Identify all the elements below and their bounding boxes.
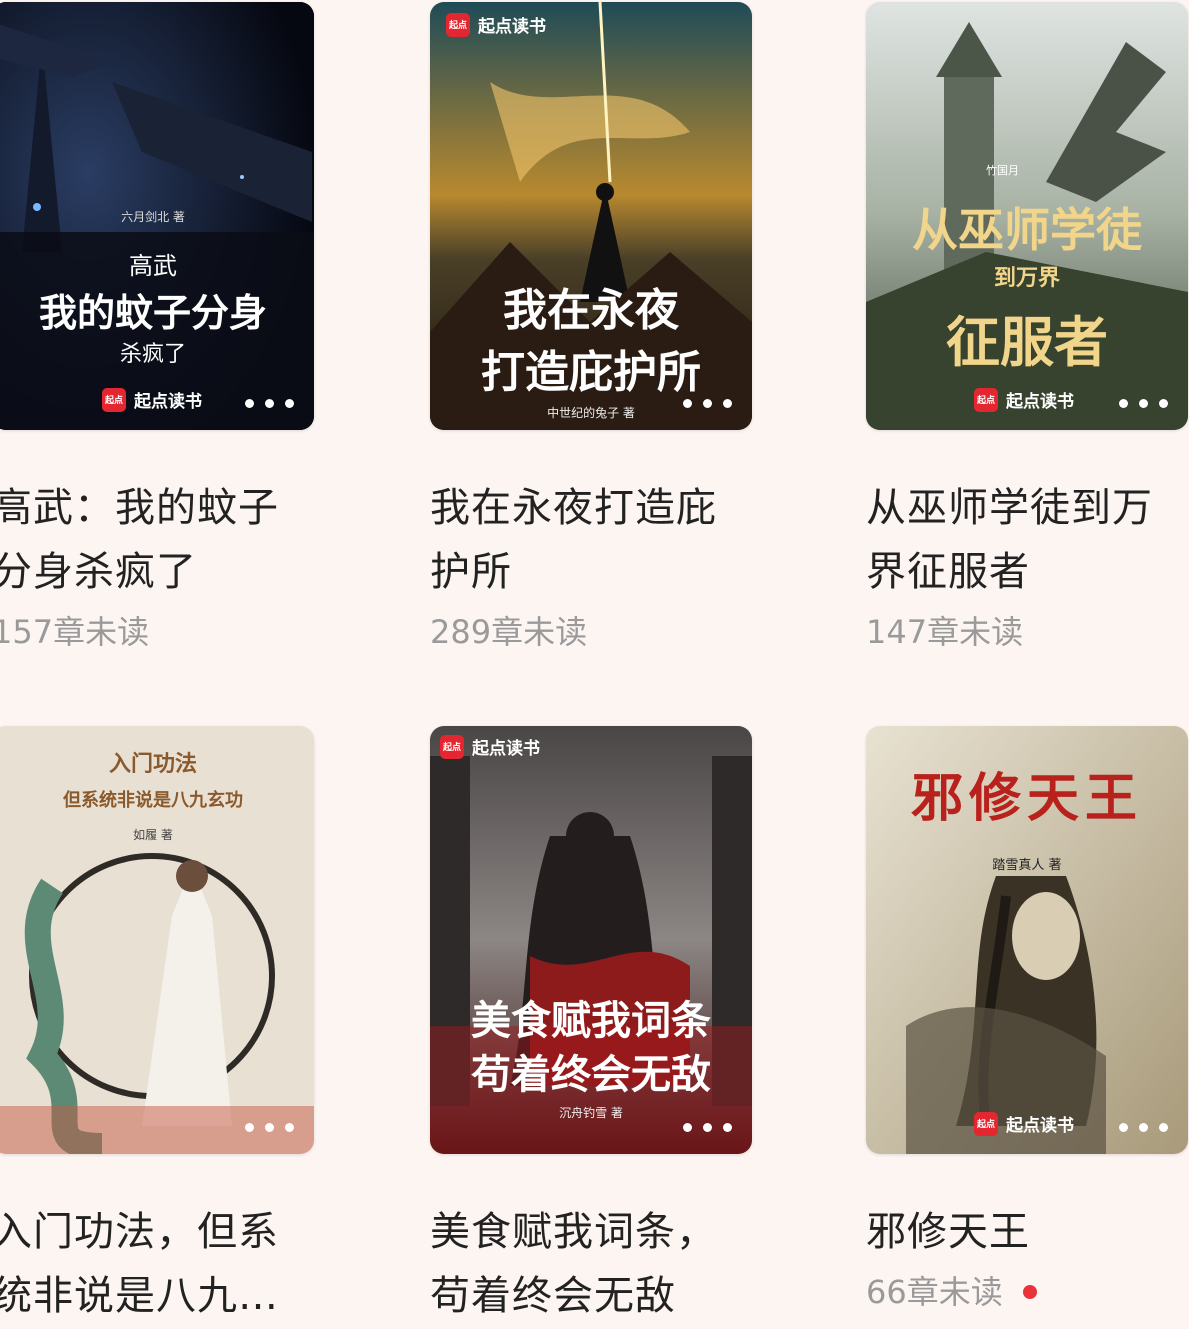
book-title[interactable]: 从巫师学徒到万 界征服者 <box>866 476 1166 604</box>
cover-author: 六月剑北 著 <box>121 210 185 224</box>
red-dot-icon <box>1022 1285 1037 1299</box>
cover-title-main: 打造庇护所 <box>481 347 701 398</box>
book-card[interactable]: 六月剑北 著 高武 我的蚊子分身 杀疯了 起点 起点读书 高武：我的蚊子 分身杀… <box>0 2 314 660</box>
cover-author: 沉舟钓雪 著 <box>559 1106 623 1120</box>
cover-title-mid: 到万界 <box>993 266 1060 291</box>
cover-title-top: 入门功法 <box>108 752 197 777</box>
cover-brand: 起点 起点读书 <box>446 12 546 37</box>
book-cover[interactable]: 邪修天王 踏雪真人 著 起点 起点读书 <box>866 726 1188 1154</box>
book-cover[interactable]: 竹国月 从巫师学徒 到万界 征服者 起点 起点读书 <box>866 2 1188 430</box>
book-title[interactable]: 我在永夜打造庇 护所 <box>430 476 730 604</box>
qidian-logo-icon: 起点 <box>974 387 998 412</box>
book-card[interactable]: 竹国月 从巫师学徒 到万界 征服者 起点 起点读书 从巫师学徒到万 界征服者 1… <box>866 2 1188 660</box>
qidian-logo-icon: 起点 <box>102 387 126 412</box>
unread-count: 66章未读 <box>866 1264 1188 1320</box>
cover-title-main: 邪修天王 <box>910 768 1143 829</box>
cover-title-sub: 但系统非说是八九玄功 <box>63 790 243 811</box>
cover-author: 竹国月 <box>986 164 1019 177</box>
cover-brand: 起点 起点读书 <box>440 734 540 759</box>
cover-title-top: 高武 <box>129 252 177 280</box>
cover-title-main: 我的蚊子分身 <box>38 291 267 335</box>
qidian-logo-icon: 起点 <box>446 12 470 37</box>
book-cover[interactable]: 六月剑北 著 高武 我的蚊子分身 杀疯了 起点 起点读书 <box>0 2 314 430</box>
more-dots-icon[interactable] <box>683 399 732 408</box>
book-title[interactable]: 高武：我的蚊子 分身杀疯了 <box>0 476 292 604</box>
cover-title-main: 征服者 <box>946 311 1108 374</box>
book-title[interactable]: 邪修天王 <box>866 1200 1166 1264</box>
cover-title-main: 美食赋我词条 <box>471 997 711 1044</box>
book-cover[interactable]: 起点 起点读书 我在永夜 打造庇护所 中世纪的兔子 著 <box>430 2 752 430</box>
more-dots-icon[interactable] <box>1119 1123 1168 1132</box>
book-cover[interactable]: 起点 起点读书 美食赋我词条 苟着终会无敌 沉舟钓雪 著 <box>430 726 752 1154</box>
book-card[interactable]: 邪修天王 踏雪真人 著 起点 起点读书 邪修天王 66章未读 <box>866 726 1188 1320</box>
more-dots-icon[interactable] <box>1119 399 1168 408</box>
book-cover[interactable]: 入门功法 但系统非说是八九玄功 如履 著 <box>0 726 314 1154</box>
more-dots-icon[interactable] <box>683 1123 732 1132</box>
unread-count: 289章未读 <box>430 613 588 651</box>
book-title[interactable]: 入门功法，但系 统非说是八九… <box>0 1200 292 1328</box>
cover-brand: 起点 起点读书 <box>974 1111 1074 1136</box>
cover-title-main: 苟着终会无敌 <box>471 1051 711 1098</box>
more-dots-icon[interactable] <box>245 1123 294 1132</box>
unread-count: 147章未读 <box>866 613 1024 651</box>
cover-title-sub: 杀疯了 <box>119 342 186 367</box>
cover-author: 踏雪真人 著 <box>992 858 1062 873</box>
book-title[interactable]: 美食赋我词条， 苟着终会无敌 <box>430 1200 730 1328</box>
qidian-logo-icon: 起点 <box>440 734 464 759</box>
cover-author: 如履 著 <box>133 828 173 842</box>
unread-count: 157章未读 <box>0 613 150 651</box>
book-card[interactable]: 起点 起点读书 美食赋我词条 苟着终会无敌 沉舟钓雪 著 美食赋我词条， 苟着终… <box>430 726 752 1328</box>
qidian-logo-icon: 起点 <box>974 1111 998 1136</box>
cover-title-main: 从巫师学徒 <box>912 203 1142 257</box>
cover-brand: 起点 起点读书 <box>974 387 1074 412</box>
more-dots-icon[interactable] <box>245 399 294 408</box>
cover-brand: 起点 起点读书 <box>102 387 202 412</box>
book-card[interactable]: 入门功法 但系统非说是八九玄功 如履 著 入门功法，但系 统非说是八九… <box>0 726 314 1328</box>
cover-title-main: 我在永夜 <box>503 285 679 336</box>
book-card[interactable]: 起点 起点读书 我在永夜 打造庇护所 中世纪的兔子 著 我在永夜打造庇 护所 2… <box>430 2 752 660</box>
